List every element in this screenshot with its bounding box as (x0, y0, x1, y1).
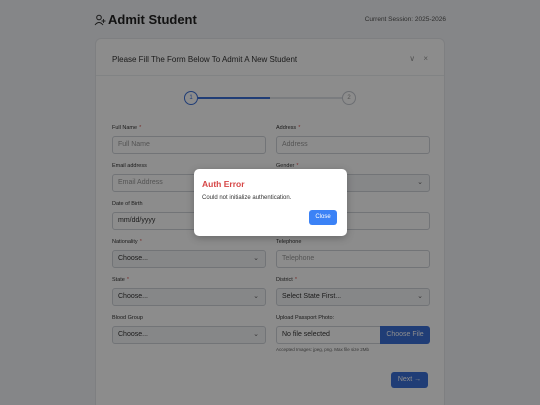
auth-error-dialog: Auth Error Could not initialize authenti… (194, 169, 347, 236)
close-button[interactable]: Close (309, 210, 337, 225)
dialog-message: Could not initialize authentication. (202, 195, 292, 201)
dialog-title: Auth Error (202, 179, 245, 189)
